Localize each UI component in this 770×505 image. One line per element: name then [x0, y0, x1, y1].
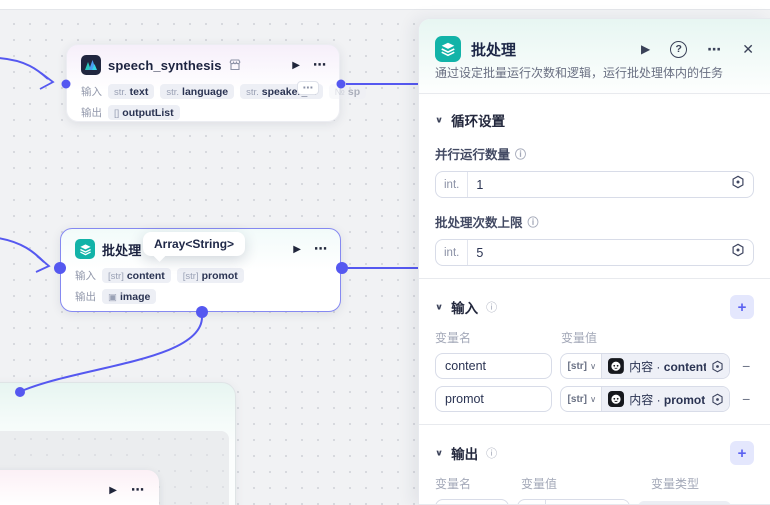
chevron-down-icon[interactable]: ∨	[435, 303, 443, 312]
play-icon[interactable]: ▶	[292, 60, 300, 71]
panel-title: 批处理	[471, 41, 517, 59]
input-tag-content[interactable]: [str] content	[102, 268, 171, 283]
dropdown-caret-icon[interactable]: ∨	[590, 361, 601, 372]
inputs-label: 输入	[81, 86, 102, 98]
dropdown-caret-icon[interactable]: ∨	[590, 394, 601, 405]
input-column-headers: 变量名 变量值	[435, 331, 598, 346]
batch-limit-label: 批处理次数上限 ⓘ	[435, 212, 754, 231]
workflow-editor: ▶ ⋯ speech_synthesis ▶ ⋯ 输入 str. text st…	[0, 0, 770, 505]
section-outputs[interactable]: ∨ 输出 ⓘ +	[435, 441, 754, 466]
remove-row-button[interactable]: −	[738, 358, 754, 374]
input-tag-promot[interactable]: [str] promot	[176, 268, 244, 283]
var-value-field[interactable]: [str] ∨ 内容 · content	[559, 353, 731, 380]
type-prefix: int.	[436, 240, 469, 266]
batch-limit-field[interactable]: int.	[435, 239, 754, 267]
var-value-field[interactable]: 图像生成 · d··	[517, 499, 631, 504]
add-output-button[interactable]: +	[730, 441, 754, 466]
output-column-headers: 变量名 变量值 变量类型	[435, 477, 700, 492]
info-icon[interactable]: ⓘ	[486, 299, 497, 315]
image-type-icon	[518, 500, 545, 504]
batch-config-panel: 批处理 ▶ ? ⋯ ✕ 通过设定批量运行次数和逻辑，运行批处理体内的任务 ∨ 循…	[418, 18, 770, 505]
play-icon[interactable]: ▶	[109, 485, 117, 496]
add-input-button[interactable]: +	[730, 295, 754, 320]
outputs-label: 输出	[75, 291, 96, 303]
store-icon	[229, 59, 241, 71]
close-icon[interactable]: ✕	[742, 41, 754, 58]
parallel-count-label: 并行运行数量 ⓘ	[435, 144, 754, 163]
output-tag-outputlist[interactable]: [] outputList	[108, 105, 180, 120]
var-name-input[interactable]	[436, 354, 551, 379]
info-icon[interactable]: ⓘ	[486, 445, 497, 461]
output-tag-image[interactable]: ▣ image	[102, 289, 157, 304]
info-icon[interactable]: ⓘ	[528, 214, 539, 230]
inner-node[interactable]: ▶ ⋯	[0, 470, 159, 505]
input-row-content: [str] ∨ 内容 · content	[435, 353, 754, 380]
toolbar-edge	[0, 0, 770, 10]
chevron-down-icon[interactable]: ∨	[435, 449, 443, 458]
var-name-input[interactable]	[436, 387, 551, 412]
parallel-count-input[interactable]	[468, 177, 727, 192]
section-inputs[interactable]: ∨ 输入 ⓘ +	[435, 295, 754, 320]
info-icon[interactable]: ⓘ	[515, 146, 526, 162]
input-tag-text[interactable]: str. text	[108, 84, 155, 99]
inputs-label: 输入	[75, 270, 96, 282]
divider	[419, 424, 770, 426]
batch-limit-input[interactable]	[468, 245, 727, 260]
var-value-field[interactable]: [str] ∨ 内容 · promot	[559, 386, 731, 413]
type-prefix: int.	[436, 172, 469, 198]
batch-icon	[75, 239, 95, 259]
content-node-icon	[608, 358, 625, 375]
output-row-image: 图像生成 · d·· Array<Image> −	[435, 499, 754, 504]
settings-hex-icon[interactable]	[711, 360, 724, 373]
play-icon[interactable]: ▶	[293, 244, 301, 255]
node-title: 批处理	[102, 242, 142, 258]
settings-hex-icon[interactable]	[731, 175, 745, 194]
var-type-badge: Array<Image>	[638, 501, 732, 504]
input-tag-faded[interactable]: № sp	[328, 84, 367, 99]
more-icon[interactable]: ⋯	[314, 241, 328, 257]
var-name-field[interactable]	[435, 353, 552, 380]
node-speech-synthesis[interactable]: speech_synthesis ▶ ⋯ 输入 str. text str. lan…	[66, 44, 367, 122]
speech-synthesis-icon	[81, 55, 101, 75]
parallel-count-field[interactable]: int.	[435, 171, 754, 199]
more-icon[interactable]: ⋯	[131, 482, 145, 498]
var-name-field[interactable]	[435, 499, 510, 504]
overflow-chip[interactable]: ⋯	[296, 81, 319, 95]
help-icon[interactable]: ?	[670, 40, 688, 58]
var-name-input[interactable]	[436, 500, 509, 504]
type-tooltip: Array<String>	[143, 232, 246, 256]
more-icon[interactable]: ⋯	[313, 57, 327, 73]
settings-hex-icon[interactable]	[711, 393, 724, 406]
divider	[419, 278, 770, 280]
chevron-down-icon[interactable]: ∨	[435, 116, 443, 125]
outputs-label: 输出	[81, 107, 102, 119]
input-tag-language[interactable]: str. language	[160, 84, 235, 99]
more-icon[interactable]: ⋯	[707, 41, 722, 58]
panel-description: 通过设定批量运行次数和逻辑，运行批处理体内的任务	[435, 66, 724, 80]
batch-icon	[435, 36, 461, 62]
settings-hex-icon[interactable]	[731, 243, 745, 262]
var-name-field[interactable]	[435, 386, 552, 413]
run-icon[interactable]: ▶	[641, 42, 650, 56]
divider	[419, 93, 770, 95]
remove-row-button[interactable]: −	[738, 391, 754, 407]
input-row-promot: [str] ∨ 内容 · promot	[435, 386, 754, 413]
node-title: speech_synthesis	[108, 57, 222, 73]
section-loop-settings[interactable]: ∨ 循环设置	[435, 110, 754, 130]
content-node-icon	[608, 391, 625, 408]
